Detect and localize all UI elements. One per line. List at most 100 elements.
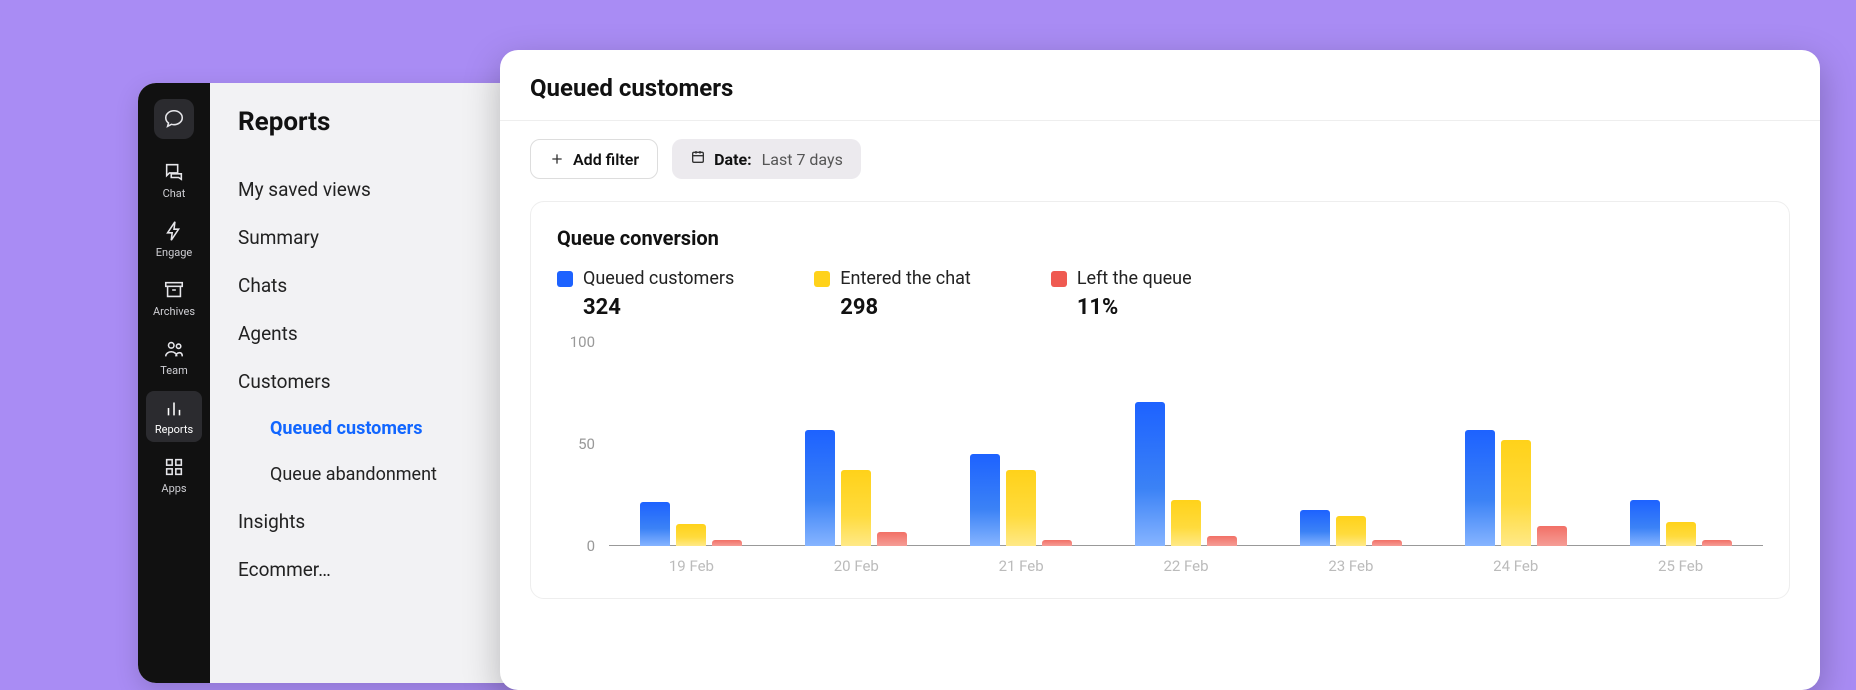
bar: [640, 502, 670, 546]
bar: [1501, 440, 1531, 546]
legend-label: Entered the chat: [840, 268, 971, 289]
x-tick: 23 Feb: [1268, 550, 1433, 582]
chart-plot: [609, 342, 1763, 546]
nav-rail: Chat Engage Archives Team Reports Apps: [138, 83, 210, 683]
bar: [805, 430, 835, 546]
x-tick: 19 Feb: [609, 550, 774, 582]
legend-swatch: [1051, 271, 1067, 287]
bar: [1702, 540, 1732, 546]
legend-label: Queued customers: [583, 268, 734, 289]
panel-section-label: Summary: [238, 226, 319, 249]
panel-section-ecommer-[interactable]: Ecommer…: [238, 545, 522, 593]
nav-label: Apps: [161, 482, 186, 495]
chart-title: Queue conversion: [531, 226, 1789, 268]
x-tick: 20 Feb: [774, 550, 939, 582]
bar: [1666, 522, 1696, 546]
bar: [970, 454, 1000, 546]
bar: [1537, 526, 1567, 546]
panel-section-chats[interactable]: Chats: [238, 261, 522, 309]
legend-item: Entered the chat 298: [814, 268, 971, 320]
panel-subitem-queue-abandonment[interactable]: Queue abandonment: [238, 451, 522, 497]
x-tick: 22 Feb: [1104, 550, 1269, 582]
nav-item-chat[interactable]: Chat: [146, 155, 202, 206]
bar: [1465, 430, 1495, 546]
bar: [1630, 500, 1660, 546]
bar: [712, 540, 742, 546]
panel-section-label: Customers: [238, 370, 331, 393]
grid-icon: [163, 456, 185, 478]
legend-value: 298: [840, 295, 971, 320]
panel-section-label: Chats: [238, 274, 287, 297]
nav-label: Archives: [153, 305, 195, 318]
bar-group: [609, 342, 774, 546]
reports-panel: Reports My saved views Summary Chats Agent…: [210, 83, 550, 683]
panel-section-agents[interactable]: Agents: [238, 309, 522, 357]
legend-value: 11%: [1077, 295, 1192, 320]
bar: [676, 524, 706, 546]
plus-icon: [549, 151, 565, 167]
legend-label: Left the queue: [1077, 268, 1192, 289]
date-filter-value: Last 7 days: [762, 150, 843, 169]
legend-item: Queued customers 324: [557, 268, 734, 320]
nav-item-apps[interactable]: Apps: [146, 450, 202, 501]
nav-label: Team: [160, 364, 188, 377]
bar: [1006, 470, 1036, 546]
nav-item-team[interactable]: Team: [146, 332, 202, 383]
archive-icon: [163, 279, 185, 301]
bar-group: [939, 342, 1104, 546]
nav-label: Chat: [163, 187, 186, 200]
bar-group: [1433, 342, 1598, 546]
y-axis: 100500: [557, 342, 603, 546]
report-title: Queued customers: [500, 50, 1820, 120]
team-icon: [163, 338, 185, 360]
bar-group: [1268, 342, 1433, 546]
date-filter-prefix: Date:: [714, 150, 752, 169]
nav-label: Reports: [155, 423, 193, 436]
panel-section-label: Insights: [238, 510, 305, 533]
nav-item-reports[interactable]: Reports: [146, 391, 202, 442]
nav-item-archives[interactable]: Archives: [146, 273, 202, 324]
x-axis: 19 Feb20 Feb21 Feb22 Feb23 Feb24 Feb25 F…: [609, 550, 1763, 582]
bar-group: [1598, 342, 1763, 546]
panel-section-label: Ecommer…: [238, 558, 331, 581]
legend-swatch: [814, 271, 830, 287]
x-tick: 24 Feb: [1433, 550, 1598, 582]
x-tick: 25 Feb: [1598, 550, 1763, 582]
bar: [1042, 540, 1072, 546]
panel-saved-views[interactable]: My saved views: [238, 165, 522, 213]
bar: [1300, 510, 1330, 546]
bar: [1336, 516, 1366, 546]
bar: [841, 470, 871, 546]
filter-bar: Add filter Date: Last 7 days: [500, 139, 1820, 201]
add-filter-button[interactable]: Add filter: [530, 139, 658, 179]
bar-group: [1104, 342, 1269, 546]
panel-section-insights[interactable]: Insights: [238, 497, 522, 545]
bar: [1207, 536, 1237, 546]
date-filter-chip[interactable]: Date: Last 7 days: [672, 139, 861, 179]
nav-item-engage[interactable]: Engage: [146, 214, 202, 265]
panel-section-summary[interactable]: Summary: [238, 213, 522, 261]
nav-item-logo[interactable]: [154, 99, 194, 139]
chart-card: Queue conversion Queued customers 324 Ente…: [530, 201, 1790, 599]
chart-area: 100500 19 Feb20 Feb21 Feb22 Feb23 Feb24 …: [531, 342, 1789, 582]
panel-saved-views-label: My saved views: [238, 178, 371, 201]
panel-subitem-queued-customers[interactable]: Queued customers: [238, 405, 522, 451]
legend-item: Left the queue 11%: [1051, 268, 1192, 320]
legend-row: Queued customers 324 Entered the chat 298 Le…: [531, 268, 1789, 342]
add-filter-label: Add filter: [573, 150, 639, 169]
panel-section-customers[interactable]: Customers: [238, 357, 522, 405]
panel-section-label: Agents: [238, 322, 298, 345]
bar: [1372, 540, 1402, 546]
bar-group: [774, 342, 939, 546]
chat-icon: [163, 161, 185, 183]
bubble-icon: [161, 106, 187, 132]
x-tick: 21 Feb: [939, 550, 1104, 582]
bar: [1135, 402, 1165, 546]
bolt-icon: [163, 220, 185, 242]
calendar-icon: [690, 149, 706, 169]
bar: [1171, 500, 1201, 546]
legend-value: 324: [583, 295, 734, 320]
panel-title: Reports: [238, 107, 522, 137]
bars-icon: [163, 397, 185, 419]
divider: [500, 120, 1820, 121]
